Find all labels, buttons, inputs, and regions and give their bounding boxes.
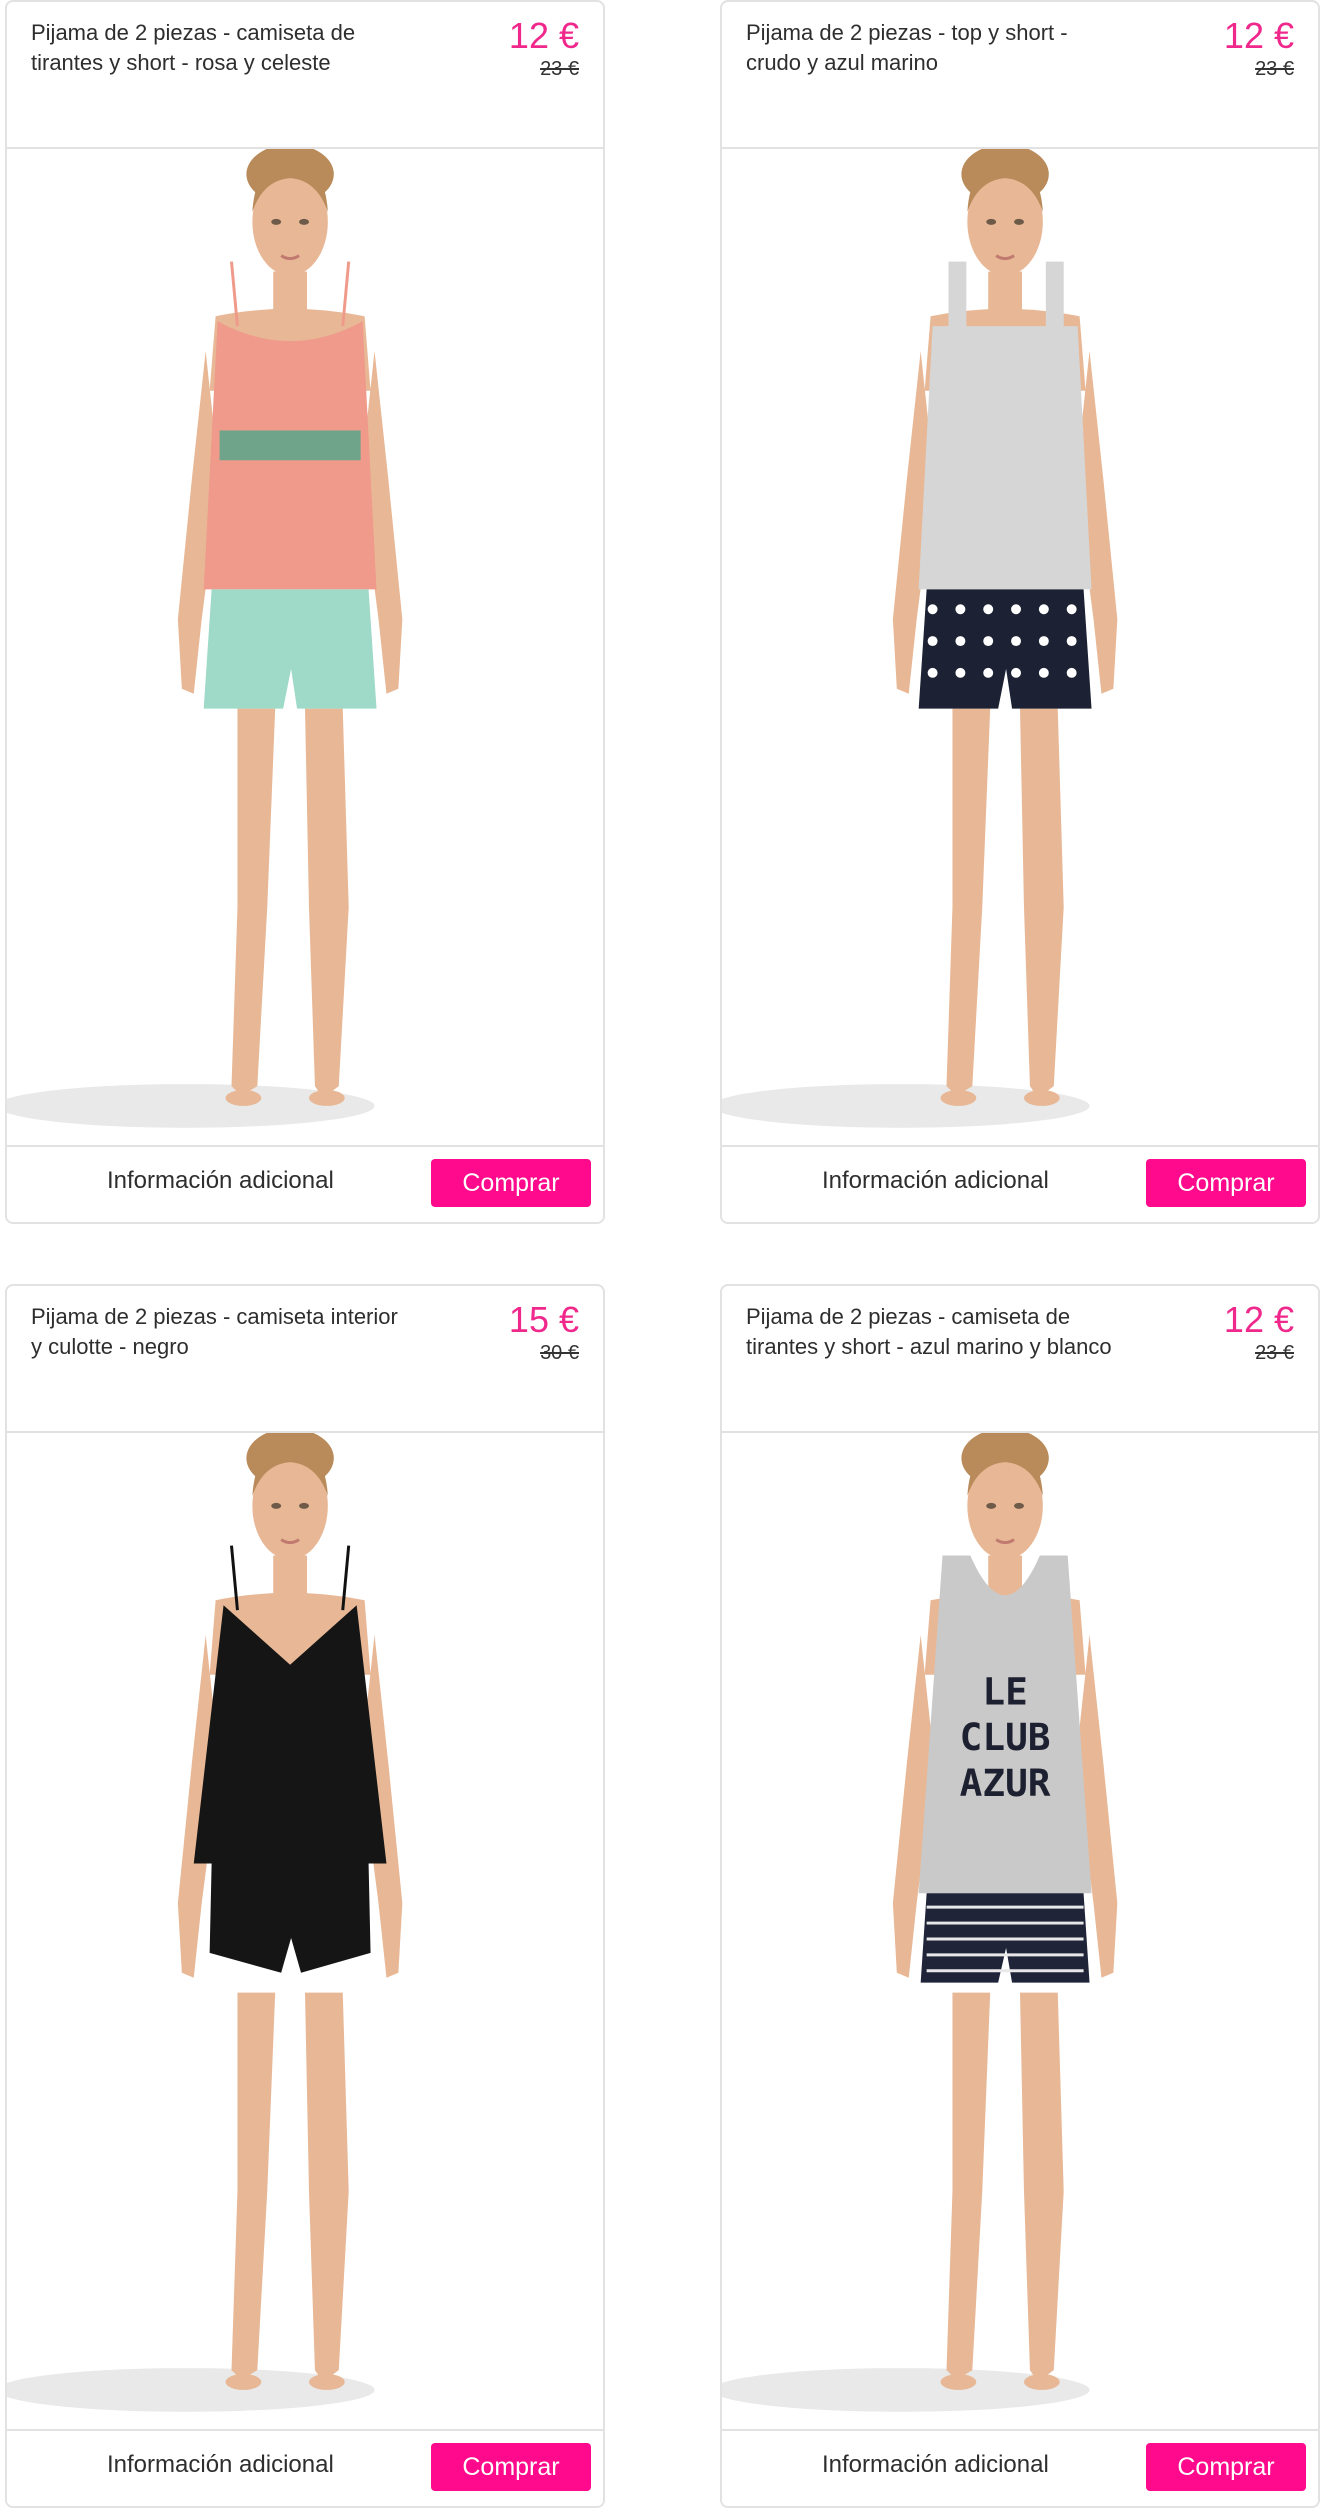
old-price: 23 €	[1255, 58, 1294, 80]
card-header: Pijama de 2 piezas - camiseta interior y…	[7, 1286, 603, 1433]
current-price: 15 €	[508, 1299, 579, 1340]
price-block: 15 € 30 €	[509, 1300, 579, 1366]
additional-info-link[interactable]: Información adicional	[107, 1167, 334, 1195]
product-title[interactable]: Pijama de 2 piezas - camiseta de tirante…	[31, 18, 411, 78]
additional-info-link[interactable]: Información adicional	[822, 1167, 1049, 1195]
old-price: 30 €	[540, 1342, 579, 1364]
model-illustration	[722, 149, 1118, 1128]
buy-button[interactable]: Comprar	[431, 1159, 591, 1207]
old-price: 23 €	[540, 58, 579, 80]
card-header: Pijama de 2 piezas - top y short - crudo…	[722, 2, 1318, 149]
product-image[interactable]: LE CLUB AZUR	[722, 1433, 1318, 2433]
additional-info-link[interactable]: Información adicional	[822, 2451, 1049, 2479]
product-image[interactable]	[722, 149, 1318, 1149]
product-card: Pijama de 2 piezas - camiseta de tirante…	[720, 1284, 1320, 2508]
buy-button[interactable]: Comprar	[1146, 1159, 1306, 1207]
product-card: Pijama de 2 piezas - camiseta de tirante…	[5, 0, 605, 1224]
card-header: Pijama de 2 piezas - camiseta de tirante…	[7, 2, 603, 149]
price-block: 12 € 23 €	[509, 16, 579, 82]
product-image[interactable]	[7, 1433, 603, 2433]
card-header: Pijama de 2 piezas - camiseta de tirante…	[722, 1286, 1318, 1433]
svg-text:LE: LE	[982, 1670, 1027, 1714]
card-footer: Información adicional Comprar	[7, 1145, 603, 1222]
product-title[interactable]: Pijama de 2 piezas - top y short - crudo…	[746, 18, 1126, 78]
model-illustration	[7, 1433, 403, 2412]
model-illustration: LECLUBAZUR	[722, 1433, 1118, 2412]
additional-info-link[interactable]: Información adicional	[107, 2451, 334, 2479]
product-card: Pijama de 2 piezas - camiseta interior y…	[5, 1284, 605, 2508]
buy-button[interactable]: Comprar	[1146, 2443, 1306, 2491]
svg-text:AZUR: AZUR	[960, 1761, 1051, 1805]
current-price: 12 €	[1223, 15, 1294, 56]
product-image[interactable]	[7, 149, 603, 1149]
price-block: 12 € 23 €	[1224, 16, 1294, 82]
price-block: 12 € 23 €	[1224, 1300, 1294, 1366]
card-footer: Información adicional Comprar	[722, 1145, 1318, 1222]
current-price: 12 €	[1223, 1299, 1294, 1340]
svg-text:CLUB: CLUB	[960, 1715, 1051, 1759]
card-footer: Información adicional Comprar	[722, 2429, 1318, 2506]
product-title[interactable]: Pijama de 2 piezas - camiseta de tirante…	[746, 1302, 1126, 1362]
current-price: 12 €	[508, 15, 579, 56]
product-card: Pijama de 2 piezas - top y short - crudo…	[720, 0, 1320, 1224]
product-title[interactable]: Pijama de 2 piezas - camiseta interior y…	[31, 1302, 411, 1362]
model-illustration	[7, 149, 403, 1128]
old-price: 23 €	[1255, 1342, 1294, 1364]
buy-button[interactable]: Comprar	[431, 2443, 591, 2491]
card-footer: Información adicional Comprar	[7, 2429, 603, 2506]
